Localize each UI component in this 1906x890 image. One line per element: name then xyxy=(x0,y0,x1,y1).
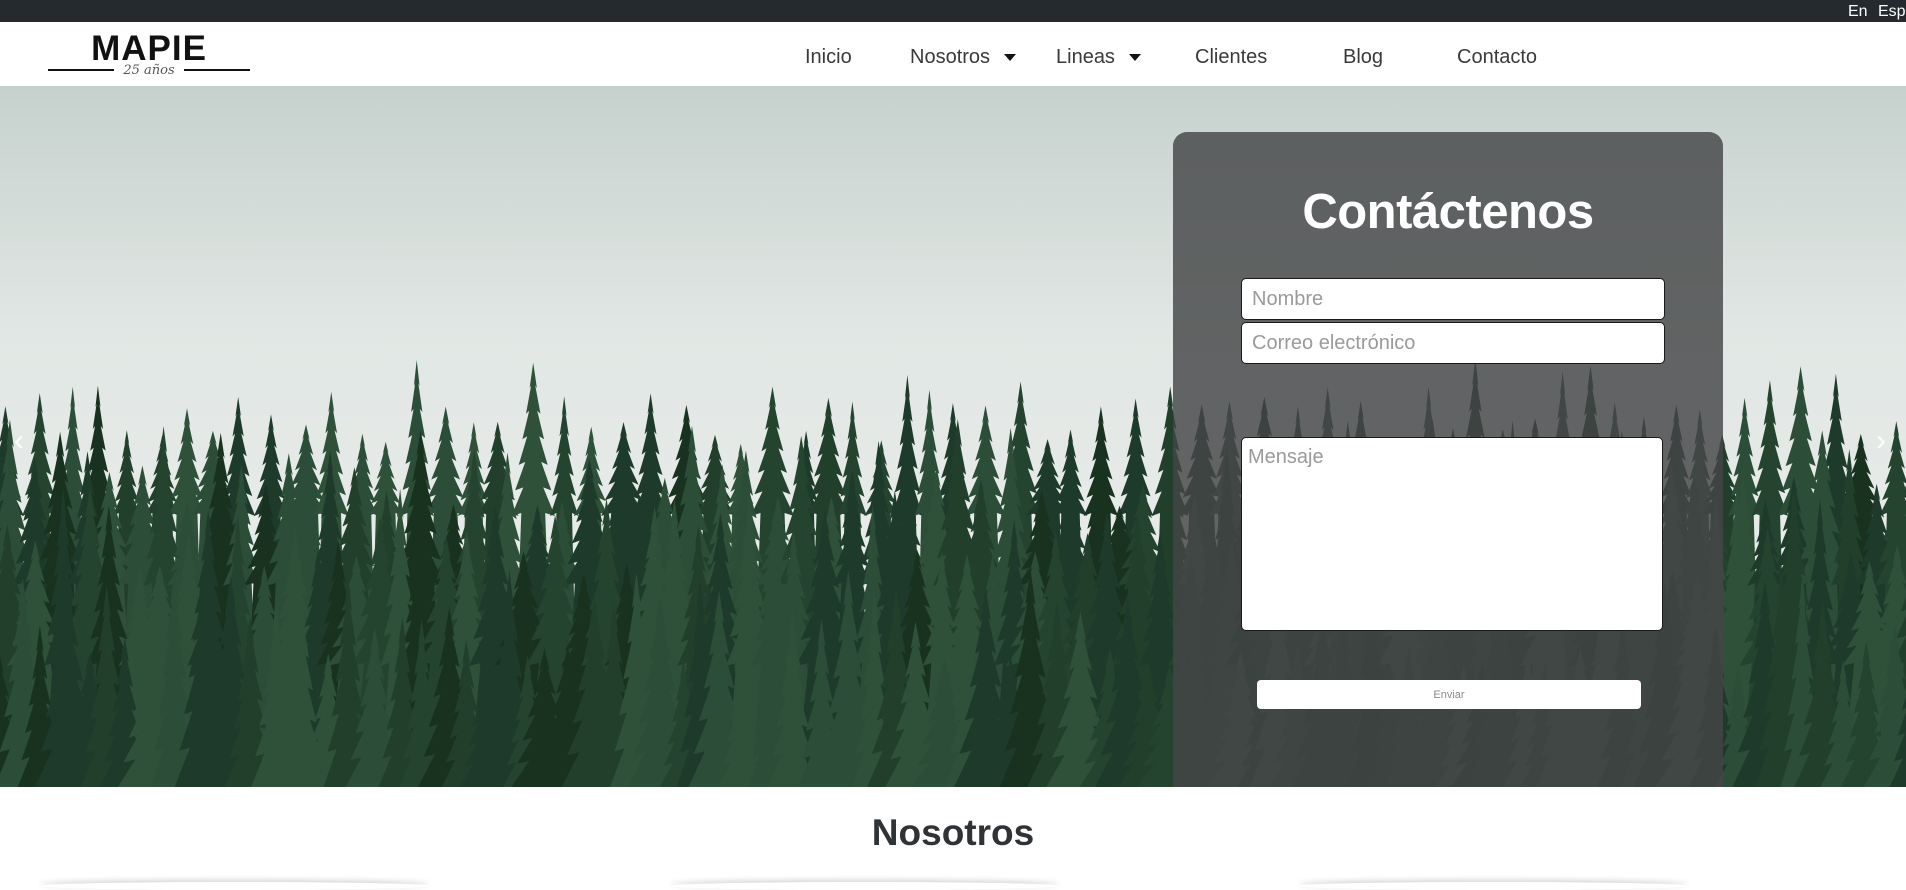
contact-panel: Contáctenos Enviar xyxy=(1173,132,1723,787)
nav-clientes[interactable]: Clientes xyxy=(1195,46,1267,69)
nav-blog[interactable]: Blog xyxy=(1343,46,1383,69)
nav-inicio[interactable]: Inicio xyxy=(805,46,852,69)
email-input[interactable] xyxy=(1241,322,1665,364)
section-title: Nosotros xyxy=(0,812,1906,854)
nav-contacto-label: Contacto xyxy=(1457,46,1537,69)
nav-nosotros-label: Nosotros xyxy=(910,46,990,69)
language-bar: En Esp xyxy=(0,0,1906,22)
name-input[interactable] xyxy=(1241,278,1665,320)
card-top-edge xyxy=(1298,882,1688,890)
nav-lineas-label: Lineas xyxy=(1056,46,1115,69)
mapie-logo[interactable]: MAPIE 25 años xyxy=(48,30,250,76)
message-textarea[interactable] xyxy=(1241,437,1663,631)
site-header: MAPIE 25 años Inicio Nosotros Lineas Cli… xyxy=(0,22,1906,86)
contact-title: Contáctenos xyxy=(1173,184,1723,240)
nav-contacto[interactable]: Contacto xyxy=(1457,46,1537,69)
chevron-right-icon[interactable]: › xyxy=(1876,426,1886,456)
svg-text:25 años: 25 años xyxy=(122,63,175,76)
card-top-edge xyxy=(40,882,430,890)
caret-down-icon xyxy=(1004,54,1016,61)
card-top-edge xyxy=(670,882,1060,890)
nav-clientes-label: Clientes xyxy=(1195,46,1267,69)
hero-slider: ‹ › Contáctenos Enviar xyxy=(0,86,1906,787)
nav-lineas[interactable]: Lineas xyxy=(1056,46,1141,69)
language-es-link[interactable]: Esp xyxy=(1878,3,1906,21)
submit-button[interactable]: Enviar xyxy=(1257,680,1641,709)
caret-down-icon xyxy=(1129,54,1141,61)
chevron-left-icon[interactable]: ‹ xyxy=(14,426,24,456)
nav-inicio-label: Inicio xyxy=(805,46,852,69)
nav-blog-label: Blog xyxy=(1343,46,1383,69)
nav-nosotros[interactable]: Nosotros xyxy=(910,46,1016,69)
language-en-link[interactable]: En xyxy=(1848,3,1868,21)
